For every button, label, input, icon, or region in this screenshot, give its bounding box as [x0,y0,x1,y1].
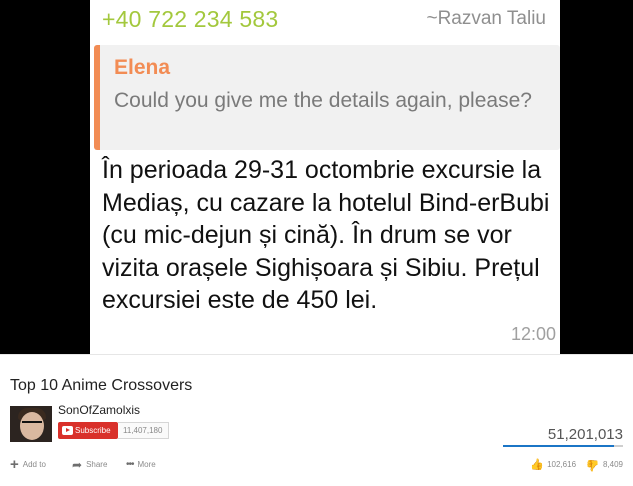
channel-name[interactable]: SonOfZamolxis [58,403,140,417]
more-label: More [137,460,156,470]
quoted-author: Elena [114,56,171,79]
like-dislike-group: 👍 102,616 👍 8,409 [530,457,623,473]
like-ratio-fill [503,445,614,447]
subscribe-label: Subscribe [75,426,111,435]
video-title: Top 10 Anime Crossovers [10,377,193,394]
view-count: 51,201,013 [547,426,623,443]
subscribe-button[interactable]: Subscribe [58,422,118,439]
like-button[interactable]: 👍 102,616 [530,459,578,471]
divider [0,354,633,362]
share-icon: ➦ [72,458,83,472]
quoted-text: Could you give me the details again, ple… [114,89,532,112]
subscriber-count: 11,407,180 [118,422,169,439]
like-count: 102,616 [547,460,577,470]
video-player[interactable]: +40 722 234 583 ~Razvan Taliu Elena Coul… [0,0,633,354]
add-to-button[interactable]: + Add to [10,457,46,473]
sender-name: ~Razvan Taliu [426,8,546,29]
dislike-count: 8,409 [602,460,623,470]
chat-message-bubble: +40 722 234 583 ~Razvan Taliu Elena Coul… [90,0,560,354]
share-button[interactable]: ➦ Share [72,457,107,473]
message-time: 12:00 [510,324,556,344]
more-button[interactable]: ••• More [126,457,156,473]
video-info-panel: Top 10 Anime Crossovers SonOfZamolxis Su… [0,354,633,486]
sender-row: +40 722 234 583 ~Razvan Taliu [90,0,560,42]
avatar-glasses [22,421,42,426]
channel-avatar[interactable] [10,406,52,442]
dislike-button[interactable]: 👍 8,409 [586,459,623,471]
share-label: Share [86,460,108,470]
thumbs-up-icon: 👍 [530,459,545,471]
add-icon: + [10,456,19,473]
message-text: În perioada 29-31 octombrie excursie la … [102,156,550,314]
quoted-message: Elena Could you give me the details agai… [94,45,560,150]
thumbs-down-icon: 👍 [586,459,600,471]
like-ratio-bar [503,445,623,447]
avatar-face [20,412,44,440]
add-to-label: Add to [22,460,46,470]
sender-phone: +40 722 234 583 [102,6,279,32]
youtube-logo-icon [62,426,73,435]
more-icon: ••• [126,459,134,470]
